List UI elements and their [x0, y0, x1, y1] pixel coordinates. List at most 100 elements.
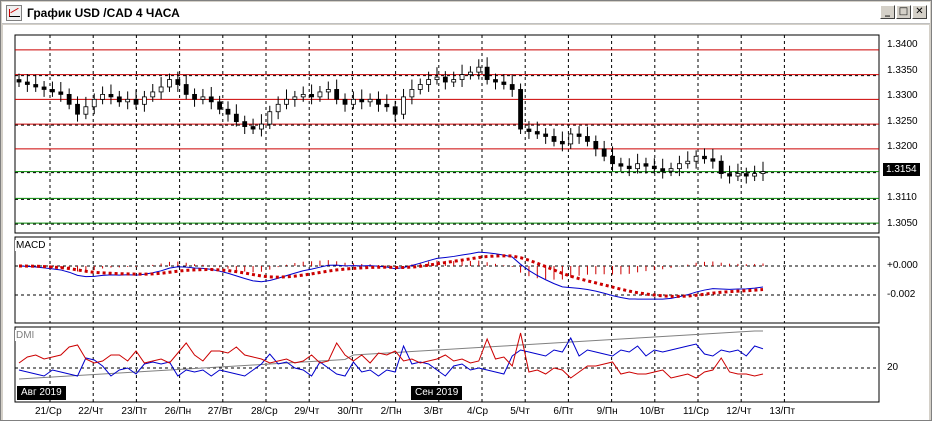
candle-body — [685, 160, 691, 165]
candle-body — [677, 163, 682, 170]
candle-body — [635, 163, 641, 170]
x-axis-tick: 10/Вт — [639, 406, 665, 417]
candle-body — [309, 94, 314, 98]
candle-body — [292, 96, 298, 100]
macd-signal-line — [18, 254, 764, 298]
candle-body — [376, 98, 381, 105]
window-title: График USD /CAD 4 ЧАСА — [27, 5, 180, 20]
x-axis-tick: 2/Пн — [380, 406, 402, 417]
candle-body — [75, 103, 80, 115]
candle-body — [551, 136, 557, 142]
x-axis-tick: 5/Чт — [510, 406, 530, 417]
price-axis-label: 1.3050 — [887, 218, 918, 229]
macd-pane — [14, 236, 880, 324]
candle-body — [702, 155, 707, 160]
candle-body — [125, 98, 131, 103]
candle-body — [158, 86, 164, 93]
candle-body — [334, 89, 340, 100]
candle-body — [200, 96, 206, 100]
candle-body — [384, 103, 390, 108]
candle-body — [141, 96, 147, 105]
macd-axis-label: +0.000 — [887, 260, 918, 271]
candle-body — [24, 81, 30, 85]
close-button[interactable]: ✕ — [912, 5, 927, 19]
candle-body — [668, 168, 674, 172]
candle-body — [259, 123, 264, 130]
candle-body — [434, 76, 440, 80]
candle-body — [175, 79, 181, 85]
candle-body — [401, 96, 406, 115]
macd-axis-label: -0.002 — [887, 289, 916, 300]
candle-body — [58, 91, 64, 95]
candle-body — [593, 141, 599, 150]
candle-body — [626, 165, 632, 170]
candle-body — [660, 168, 666, 172]
candle-body — [284, 98, 289, 105]
candle-body — [250, 126, 256, 130]
candle-body — [275, 103, 281, 113]
candle-body — [208, 96, 214, 103]
x-axis-tick: 12/Чт — [726, 406, 752, 417]
x-axis-tick: 27/Вт — [207, 406, 233, 417]
adx-line — [18, 330, 763, 380]
candle-body — [727, 173, 732, 177]
candle-body — [133, 98, 139, 105]
candle-body — [534, 131, 540, 135]
candle-body — [108, 94, 114, 98]
candle-body — [559, 141, 565, 145]
minimize-button[interactable]: _ — [880, 5, 895, 19]
month-tag: Авг 2019 — [17, 386, 66, 400]
price-axis-label: 1.3350 — [887, 65, 918, 76]
candle-body — [451, 79, 457, 83]
candle-body — [526, 128, 532, 132]
x-axis-tick: 11/Ср — [683, 406, 709, 417]
macd-series — [18, 251, 764, 300]
candle-body — [409, 89, 415, 98]
candle-body — [66, 94, 72, 105]
dmi-label: DMI — [15, 330, 36, 341]
maximize-button[interactable]: □ — [896, 5, 911, 19]
candle-body — [710, 158, 716, 162]
candle-body — [509, 84, 515, 90]
candle-body — [100, 94, 105, 100]
candle-body — [493, 79, 498, 83]
candle-body — [476, 66, 482, 73]
x-axis-tick: 30/Пт — [337, 406, 364, 417]
candle-body — [267, 111, 273, 125]
candle-body — [183, 84, 189, 95]
x-axis-tick: 6/Пт — [553, 406, 574, 417]
candle-body — [392, 106, 398, 115]
x-axis-tick: 28/Ср — [251, 406, 278, 417]
candle-body — [225, 108, 231, 115]
candle-body — [468, 71, 473, 75]
x-axis-tick: 4/Ср — [467, 406, 489, 417]
candle-body — [585, 136, 590, 142]
candle-body — [33, 84, 39, 88]
title-bar[interactable]: График USD /CAD 4 ЧАСА _ □ ✕ — [2, 2, 930, 24]
price-axis-label: 1.3400 — [887, 39, 918, 50]
macd-line — [18, 251, 764, 300]
candle-body — [16, 79, 22, 83]
chart-canvas[interactable] — [3, 25, 929, 420]
candle-body — [442, 76, 448, 83]
candle-body — [317, 91, 323, 98]
candle-body — [743, 173, 749, 177]
price-pane — [14, 34, 880, 234]
candle-body — [501, 81, 507, 85]
x-axis-tick: 3/Вт — [423, 406, 444, 417]
month-tag: Сен 2019 — [411, 386, 463, 400]
candle-body — [233, 113, 239, 123]
candle-body — [643, 163, 649, 167]
price-axis-label: 1.3250 — [887, 116, 918, 127]
candle-body — [518, 89, 523, 130]
macd-label: MACD — [15, 240, 47, 251]
candle-body — [752, 173, 758, 177]
candle-body — [693, 155, 699, 162]
chart-area[interactable]: MACD DMI 1.3400 1.3350 1.3300 1.3250 1.3… — [3, 25, 929, 420]
candle-body — [568, 133, 574, 145]
candle-body — [83, 106, 89, 115]
candle-body — [601, 148, 607, 157]
candle-body — [618, 163, 624, 167]
price-axis-label: 1.3110 — [887, 192, 917, 203]
x-axis-tick: 13/Пт — [769, 406, 796, 417]
